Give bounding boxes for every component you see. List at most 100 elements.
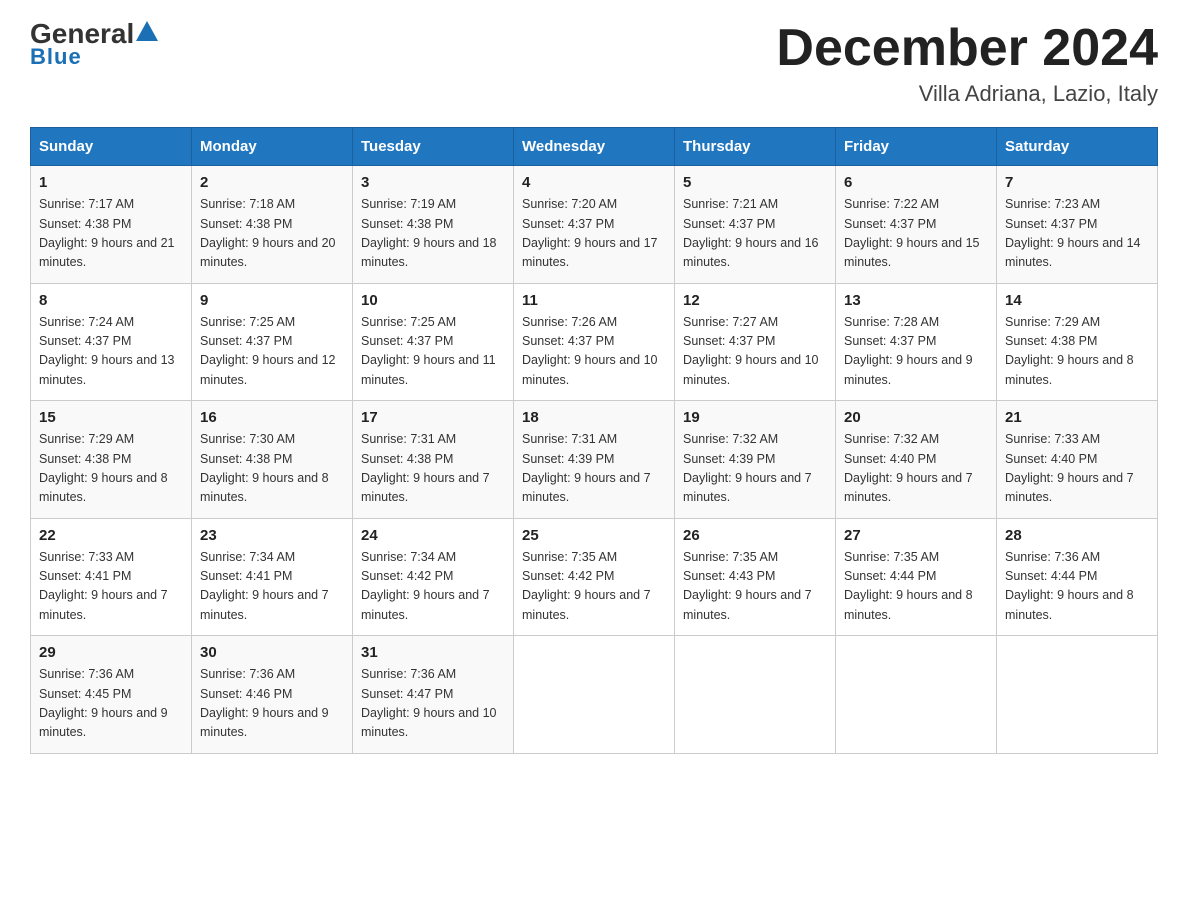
calendar-cell: 12 Sunrise: 7:27 AMSunset: 4:37 PMDaylig… bbox=[675, 283, 836, 401]
calendar-cell: 11 Sunrise: 7:26 AMSunset: 4:37 PMDaylig… bbox=[514, 283, 675, 401]
header-wednesday: Wednesday bbox=[514, 128, 675, 166]
calendar-cell: 18 Sunrise: 7:31 AMSunset: 4:39 PMDaylig… bbox=[514, 401, 675, 519]
day-number: 5 bbox=[683, 174, 827, 191]
day-number: 30 bbox=[200, 644, 344, 661]
day-info: Sunrise: 7:35 AMSunset: 4:43 PMDaylight:… bbox=[683, 548, 827, 626]
calendar-cell: 14 Sunrise: 7:29 AMSunset: 4:38 PMDaylig… bbox=[997, 283, 1158, 401]
day-number: 12 bbox=[683, 292, 827, 309]
calendar-cell: 7 Sunrise: 7:23 AMSunset: 4:37 PMDayligh… bbox=[997, 166, 1158, 284]
day-number: 16 bbox=[200, 409, 344, 426]
day-number: 29 bbox=[39, 644, 183, 661]
calendar-cell bbox=[836, 636, 997, 754]
day-info: Sunrise: 7:33 AMSunset: 4:40 PMDaylight:… bbox=[1005, 430, 1149, 508]
day-info: Sunrise: 7:29 AMSunset: 4:38 PMDaylight:… bbox=[1005, 313, 1149, 391]
day-number: 14 bbox=[1005, 292, 1149, 309]
calendar-cell: 9 Sunrise: 7:25 AMSunset: 4:37 PMDayligh… bbox=[192, 283, 353, 401]
calendar-cell: 6 Sunrise: 7:22 AMSunset: 4:37 PMDayligh… bbox=[836, 166, 997, 284]
calendar-week-row: 8 Sunrise: 7:24 AMSunset: 4:37 PMDayligh… bbox=[31, 283, 1158, 401]
header-tuesday: Tuesday bbox=[353, 128, 514, 166]
calendar-cell: 2 Sunrise: 7:18 AMSunset: 4:38 PMDayligh… bbox=[192, 166, 353, 284]
day-info: Sunrise: 7:23 AMSunset: 4:37 PMDaylight:… bbox=[1005, 195, 1149, 273]
calendar-cell bbox=[997, 636, 1158, 754]
logo: General Blue bbox=[30, 20, 158, 70]
header-thursday: Thursday bbox=[675, 128, 836, 166]
calendar-cell: 19 Sunrise: 7:32 AMSunset: 4:39 PMDaylig… bbox=[675, 401, 836, 519]
day-info: Sunrise: 7:18 AMSunset: 4:38 PMDaylight:… bbox=[200, 195, 344, 273]
day-info: Sunrise: 7:31 AMSunset: 4:38 PMDaylight:… bbox=[361, 430, 505, 508]
day-info: Sunrise: 7:28 AMSunset: 4:37 PMDaylight:… bbox=[844, 313, 988, 391]
calendar-cell bbox=[675, 636, 836, 754]
day-info: Sunrise: 7:32 AMSunset: 4:40 PMDaylight:… bbox=[844, 430, 988, 508]
day-number: 1 bbox=[39, 174, 183, 191]
day-info: Sunrise: 7:29 AMSunset: 4:38 PMDaylight:… bbox=[39, 430, 183, 508]
day-info: Sunrise: 7:25 AMSunset: 4:37 PMDaylight:… bbox=[200, 313, 344, 391]
day-number: 17 bbox=[361, 409, 505, 426]
day-info: Sunrise: 7:24 AMSunset: 4:37 PMDaylight:… bbox=[39, 313, 183, 391]
calendar-week-row: 29 Sunrise: 7:36 AMSunset: 4:45 PMDaylig… bbox=[31, 636, 1158, 754]
header-saturday: Saturday bbox=[997, 128, 1158, 166]
day-number: 21 bbox=[1005, 409, 1149, 426]
title-block: December 2024 Villa Adriana, Lazio, Ital… bbox=[776, 20, 1158, 107]
calendar-cell: 29 Sunrise: 7:36 AMSunset: 4:45 PMDaylig… bbox=[31, 636, 192, 754]
day-info: Sunrise: 7:35 AMSunset: 4:42 PMDaylight:… bbox=[522, 548, 666, 626]
day-info: Sunrise: 7:21 AMSunset: 4:37 PMDaylight:… bbox=[683, 195, 827, 273]
day-number: 22 bbox=[39, 527, 183, 544]
day-number: 23 bbox=[200, 527, 344, 544]
calendar-cell: 28 Sunrise: 7:36 AMSunset: 4:44 PMDaylig… bbox=[997, 518, 1158, 636]
calendar-cell: 30 Sunrise: 7:36 AMSunset: 4:46 PMDaylig… bbox=[192, 636, 353, 754]
calendar-cell: 31 Sunrise: 7:36 AMSunset: 4:47 PMDaylig… bbox=[353, 636, 514, 754]
day-info: Sunrise: 7:32 AMSunset: 4:39 PMDaylight:… bbox=[683, 430, 827, 508]
logo-triangle-icon bbox=[136, 21, 158, 41]
day-info: Sunrise: 7:22 AMSunset: 4:37 PMDaylight:… bbox=[844, 195, 988, 273]
calendar-week-row: 15 Sunrise: 7:29 AMSunset: 4:38 PMDaylig… bbox=[31, 401, 1158, 519]
day-number: 20 bbox=[844, 409, 988, 426]
day-number: 6 bbox=[844, 174, 988, 191]
calendar-cell: 8 Sunrise: 7:24 AMSunset: 4:37 PMDayligh… bbox=[31, 283, 192, 401]
day-number: 7 bbox=[1005, 174, 1149, 191]
day-number: 9 bbox=[200, 292, 344, 309]
day-number: 15 bbox=[39, 409, 183, 426]
calendar-cell: 17 Sunrise: 7:31 AMSunset: 4:38 PMDaylig… bbox=[353, 401, 514, 519]
month-title: December 2024 bbox=[776, 20, 1158, 77]
calendar-cell: 10 Sunrise: 7:25 AMSunset: 4:37 PMDaylig… bbox=[353, 283, 514, 401]
day-info: Sunrise: 7:26 AMSunset: 4:37 PMDaylight:… bbox=[522, 313, 666, 391]
calendar-cell: 20 Sunrise: 7:32 AMSunset: 4:40 PMDaylig… bbox=[836, 401, 997, 519]
calendar-cell: 23 Sunrise: 7:34 AMSunset: 4:41 PMDaylig… bbox=[192, 518, 353, 636]
day-number: 18 bbox=[522, 409, 666, 426]
day-info: Sunrise: 7:35 AMSunset: 4:44 PMDaylight:… bbox=[844, 548, 988, 626]
day-info: Sunrise: 7:27 AMSunset: 4:37 PMDaylight:… bbox=[683, 313, 827, 391]
day-info: Sunrise: 7:33 AMSunset: 4:41 PMDaylight:… bbox=[39, 548, 183, 626]
day-info: Sunrise: 7:30 AMSunset: 4:38 PMDaylight:… bbox=[200, 430, 344, 508]
day-number: 25 bbox=[522, 527, 666, 544]
header-sunday: Sunday bbox=[31, 128, 192, 166]
day-number: 19 bbox=[683, 409, 827, 426]
calendar-cell: 25 Sunrise: 7:35 AMSunset: 4:42 PMDaylig… bbox=[514, 518, 675, 636]
calendar-table: Sunday Monday Tuesday Wednesday Thursday… bbox=[30, 127, 1158, 754]
calendar-cell bbox=[514, 636, 675, 754]
calendar-cell: 27 Sunrise: 7:35 AMSunset: 4:44 PMDaylig… bbox=[836, 518, 997, 636]
day-number: 28 bbox=[1005, 527, 1149, 544]
day-info: Sunrise: 7:20 AMSunset: 4:37 PMDaylight:… bbox=[522, 195, 666, 273]
day-info: Sunrise: 7:25 AMSunset: 4:37 PMDaylight:… bbox=[361, 313, 505, 391]
day-info: Sunrise: 7:31 AMSunset: 4:39 PMDaylight:… bbox=[522, 430, 666, 508]
calendar-cell: 26 Sunrise: 7:35 AMSunset: 4:43 PMDaylig… bbox=[675, 518, 836, 636]
calendar-cell: 4 Sunrise: 7:20 AMSunset: 4:37 PMDayligh… bbox=[514, 166, 675, 284]
day-number: 3 bbox=[361, 174, 505, 191]
logo-blue-text: Blue bbox=[30, 44, 82, 70]
day-number: 8 bbox=[39, 292, 183, 309]
day-number: 13 bbox=[844, 292, 988, 309]
day-info: Sunrise: 7:36 AMSunset: 4:45 PMDaylight:… bbox=[39, 665, 183, 743]
calendar-week-row: 1 Sunrise: 7:17 AMSunset: 4:38 PMDayligh… bbox=[31, 166, 1158, 284]
day-number: 10 bbox=[361, 292, 505, 309]
calendar-cell: 15 Sunrise: 7:29 AMSunset: 4:38 PMDaylig… bbox=[31, 401, 192, 519]
page-header: General Blue December 2024 Villa Adriana… bbox=[30, 20, 1158, 107]
day-info: Sunrise: 7:19 AMSunset: 4:38 PMDaylight:… bbox=[361, 195, 505, 273]
day-number: 11 bbox=[522, 292, 666, 309]
day-number: 2 bbox=[200, 174, 344, 191]
calendar-cell: 21 Sunrise: 7:33 AMSunset: 4:40 PMDaylig… bbox=[997, 401, 1158, 519]
day-number: 27 bbox=[844, 527, 988, 544]
location-title: Villa Adriana, Lazio, Italy bbox=[776, 81, 1158, 107]
day-info: Sunrise: 7:17 AMSunset: 4:38 PMDaylight:… bbox=[39, 195, 183, 273]
calendar-cell: 22 Sunrise: 7:33 AMSunset: 4:41 PMDaylig… bbox=[31, 518, 192, 636]
calendar-cell: 13 Sunrise: 7:28 AMSunset: 4:37 PMDaylig… bbox=[836, 283, 997, 401]
